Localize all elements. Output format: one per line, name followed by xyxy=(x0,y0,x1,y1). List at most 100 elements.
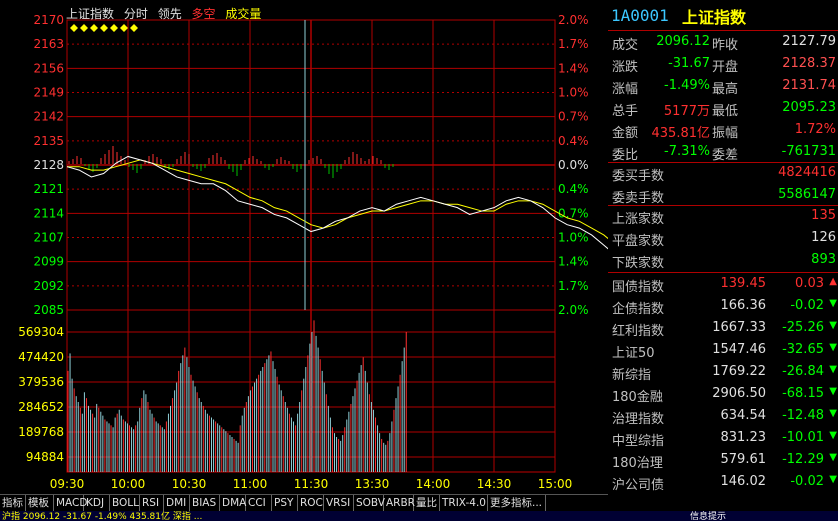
quote-row: 涨幅 -1.49% 最高 2131.74 xyxy=(608,75,838,97)
quote-value: -7.31% xyxy=(664,144,710,159)
index-name: 中型综指 xyxy=(612,434,665,449)
status-ticker: 沪指 2096.12 -31.67 -1.49% 435.81亿 深指 ... xyxy=(2,512,203,521)
index-row[interactable]: 180治理 579.61 -12.29 ▼ xyxy=(608,449,838,471)
pct-tick-label: 0.7% xyxy=(558,206,589,220)
tab-14[interactable]: ARBR xyxy=(384,495,415,511)
quote-label: 涨跌 xyxy=(612,60,639,75)
pct-tick-label: 0.4% xyxy=(558,182,589,196)
index-change: -25.26 xyxy=(782,320,824,335)
breadth-row: 上涨家数 135 xyxy=(608,205,838,227)
quote-row: 委比 -7.31% 委差 -761731 xyxy=(608,141,838,163)
chart-indicator-volume[interactable]: 成交量 xyxy=(225,7,261,21)
down-arrow-icon: ▼ xyxy=(829,320,837,331)
index-row[interactable]: 企债指数 166.36 -0.02 ▼ xyxy=(608,295,838,317)
indicator-tab-bar: 指标 模板 MACD KDJ BOLL RSI DMI BIAS DMA CCI PSY ROC VRS… xyxy=(0,494,608,512)
price-tick-label: 2135 xyxy=(33,134,64,148)
index-change: -26.84 xyxy=(782,364,824,379)
index-row[interactable]: 沪公司债 146.02 -0.02 ▼ xyxy=(608,471,838,493)
price-tick-label: 2107 xyxy=(33,231,64,245)
volume-tick-label: 474420 xyxy=(18,350,64,364)
volume-tick-label: 569304 xyxy=(18,325,64,339)
down-arrow-icon: ▼ xyxy=(829,474,837,485)
index-row[interactable]: 新综指 1769.22 -26.84 ▼ xyxy=(608,361,838,383)
index-price: 146.02 xyxy=(720,474,767,489)
order-value: 4824416 xyxy=(778,165,836,180)
price-tick-label: 2114 xyxy=(33,206,64,220)
down-arrow-icon: ▼ xyxy=(829,386,837,397)
status-info-tip[interactable]: 信息提示 xyxy=(690,511,726,521)
intraday-chart[interactable]: 2170 2.0% 2163 1.7% 2156 1.4% 2149 1.0% 2142 0.7%… xyxy=(0,0,608,494)
quote-label: 最低 xyxy=(712,104,739,119)
tab-10[interactable]: PSY xyxy=(272,495,298,511)
index-name: 180治理 xyxy=(612,456,663,471)
index-row[interactable]: 中型综指 831.23 -10.01 ▼ xyxy=(608,427,838,449)
chart-indicator-bullbear[interactable]: 多空 xyxy=(192,7,216,21)
tab-17[interactable]: 更多指标... xyxy=(488,495,546,511)
order-value: 5586147 xyxy=(778,187,836,202)
quote-value: 435.81亿 xyxy=(651,126,711,141)
quote-header: 1A0001 上证指数 xyxy=(608,0,838,30)
quote-value: 2128.37 xyxy=(782,56,836,71)
down-arrow-icon: ▼ xyxy=(829,298,837,309)
breadth-value: 126 xyxy=(811,230,836,245)
intraday-chart-area[interactable]: 2170 2.0% 2163 1.7% 2156 1.4% 2149 1.0% 2142 0.7%… xyxy=(0,0,608,494)
index-price: 634.54 xyxy=(720,408,767,423)
order-label: 委卖手数 xyxy=(612,191,665,206)
price-tick-label: 2099 xyxy=(33,255,64,269)
index-name: 沪公司债 xyxy=(612,478,665,493)
index-row[interactable]: 治理指数 634.54 -12.48 ▼ xyxy=(608,405,838,427)
tab-5[interactable]: RSI xyxy=(140,495,164,511)
time-tick-label: 10:30 xyxy=(172,477,207,491)
tab-3[interactable]: KDJ xyxy=(84,495,110,511)
lead-marker-icon xyxy=(70,24,78,32)
pct-tick-label: 1.0% xyxy=(558,231,589,245)
index-row[interactable]: 180金融 2906.50 -68.15 ▼ xyxy=(608,383,838,405)
quote-label: 涨幅 xyxy=(612,82,639,97)
index-row[interactable]: 红利指数 1667.33 -25.26 ▼ xyxy=(608,317,838,339)
index-row[interactable]: 国债指数 139.45 0.03 ▲ xyxy=(608,273,838,295)
tab-13[interactable]: SOBV xyxy=(354,495,385,511)
price-line xyxy=(66,155,608,250)
price-tick-label: 2163 xyxy=(33,37,64,51)
breadth-row: 平盘家数 126 xyxy=(608,227,838,249)
quote-label: 振幅 xyxy=(712,126,739,141)
price-tick-label: 2092 xyxy=(33,279,64,293)
tab-9[interactable]: CCI xyxy=(246,495,272,511)
quote-row: 总手 5177万 最低 2095.23 xyxy=(608,97,838,119)
tab-4[interactable]: BOLL xyxy=(110,495,140,511)
index-change: -12.48 xyxy=(782,408,824,423)
average-price-line xyxy=(67,159,608,240)
index-name: 国债指数 xyxy=(612,280,665,295)
down-arrow-icon: ▼ xyxy=(829,408,837,419)
index-change: -12.29 xyxy=(782,452,824,467)
time-tick-label: 15:00 xyxy=(538,477,573,491)
index-change: 0.03 xyxy=(795,276,824,291)
chart-indicator-lead[interactable]: 领先 xyxy=(158,7,182,21)
index-row[interactable]: 上证50 1547.46 -32.65 ▼ xyxy=(608,339,838,361)
index-price: 831.23 xyxy=(720,430,767,445)
pct-tick-label: 0.7% xyxy=(558,110,589,124)
tab-2[interactable]: MACD xyxy=(54,495,87,511)
tab-8[interactable]: DMA xyxy=(220,495,246,511)
quote-value: -31.67 xyxy=(668,56,710,71)
tab-1[interactable]: 模板 xyxy=(26,495,54,511)
tab-6[interactable]: DMI xyxy=(164,495,190,511)
quote-row: 成交 2096.12 昨收 2127.79 xyxy=(608,31,838,53)
tab-12[interactable]: VRSI xyxy=(324,495,354,511)
quote-label: 金额 xyxy=(612,126,639,141)
index-price: 1547.46 xyxy=(712,342,766,357)
time-tick-label: 11:30 xyxy=(294,477,329,491)
index-name: 新综指 xyxy=(612,368,652,383)
volume-tick-label: 189768 xyxy=(18,425,64,439)
tab-0[interactable]: 指标 xyxy=(0,495,26,511)
tab-7[interactable]: BIAS xyxy=(190,495,220,511)
tab-15[interactable]: 量比 xyxy=(414,495,440,511)
lead-marker-icon xyxy=(130,24,138,32)
quote-value: 5177万 xyxy=(663,104,710,119)
tab-16[interactable]: TRIX-4.0 xyxy=(440,495,488,511)
quote-value: 2127.79 xyxy=(782,34,836,49)
chart-mode[interactable]: 分时 xyxy=(124,7,148,21)
price-tick-label: 2142 xyxy=(33,110,64,124)
quote-value: -1.49% xyxy=(664,78,710,93)
tab-11[interactable]: ROC xyxy=(298,495,324,511)
